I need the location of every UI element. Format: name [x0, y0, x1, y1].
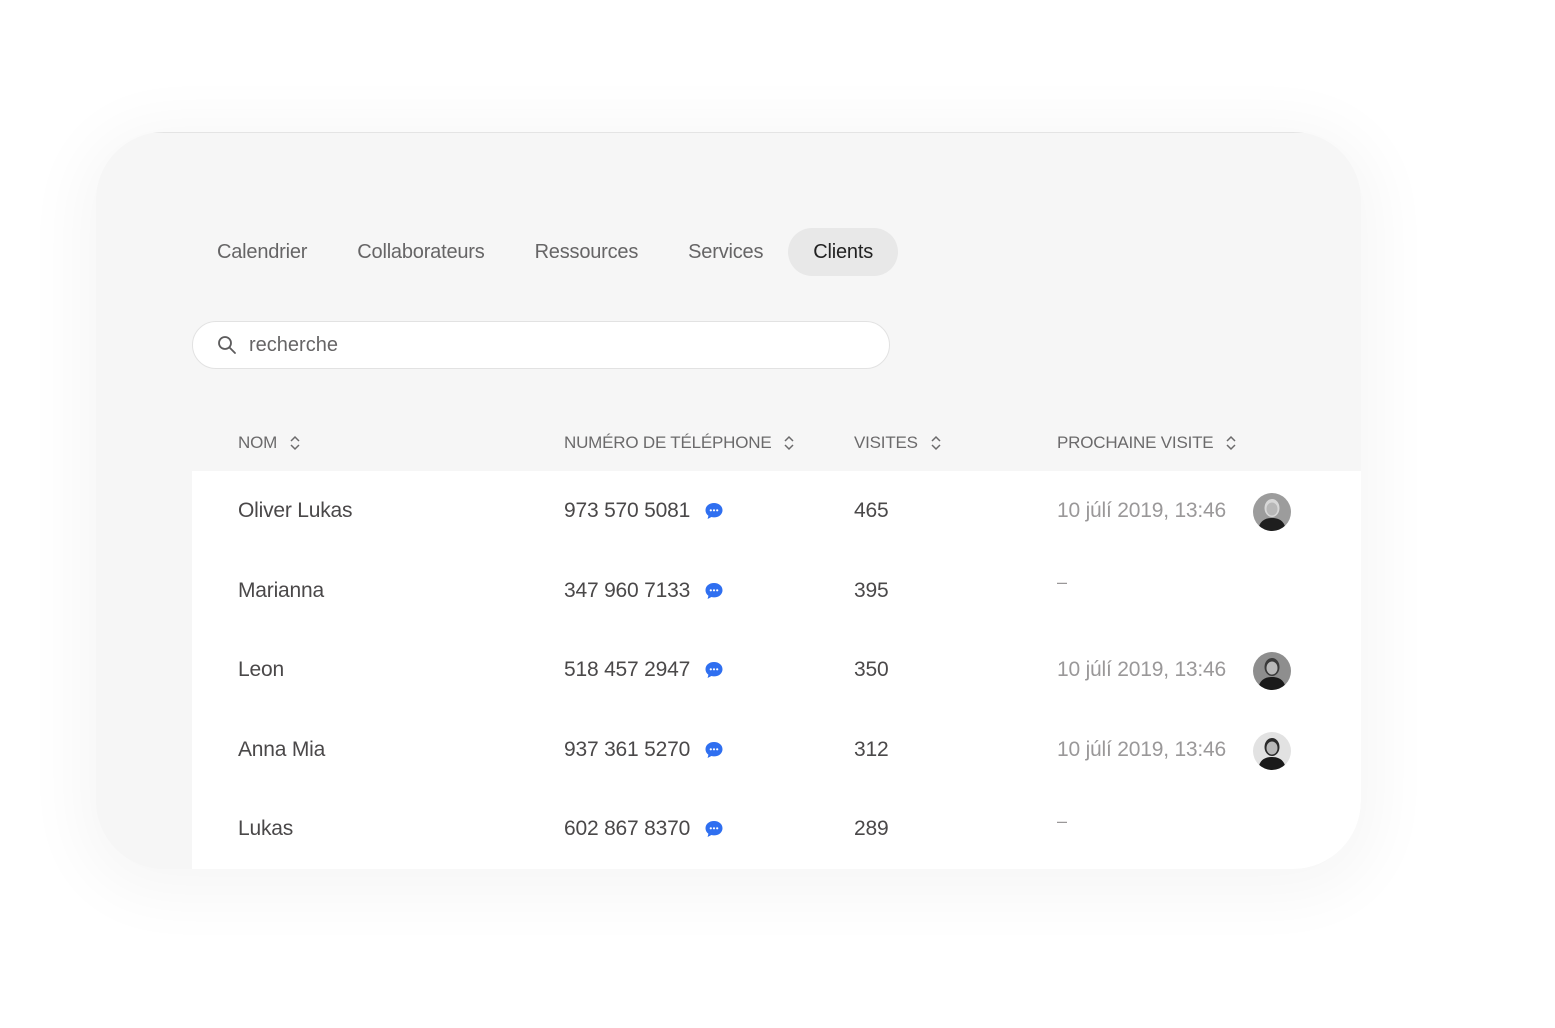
tab-collaborateurs[interactable]: Collaborateurs — [332, 228, 509, 276]
column-header-prochaine-visite[interactable]: PROCHAINE VISITE — [1057, 422, 1237, 464]
column-header-visites[interactable]: VISITES — [854, 422, 942, 464]
chat-bubble-icon[interactable] — [704, 581, 724, 601]
phone-number: 602 867 8370 — [564, 817, 690, 841]
client-name: Oliver Lukas — [238, 471, 352, 551]
sort-icon[interactable] — [930, 434, 942, 452]
table-row[interactable]: Lukas602 867 8370289– — [192, 789, 1361, 869]
chat-bubble-icon[interactable] — [704, 660, 724, 680]
visits-count: 350 — [854, 630, 888, 710]
column-label: VISITES — [854, 433, 918, 453]
table-row[interactable]: Marianna347 960 7133395– — [192, 551, 1361, 631]
tab-ressources[interactable]: Ressources — [510, 228, 664, 276]
nav-tabs: Calendrier Collaborateurs Ressources Ser… — [192, 228, 898, 276]
visits-count: 312 — [854, 710, 888, 790]
column-label: NUMÉRO DE TÉLÉPHONE — [564, 433, 771, 453]
column-header-nom[interactable]: NOM — [238, 422, 301, 464]
search-box[interactable] — [192, 321, 890, 369]
table-row[interactable]: Leon 518 457 2947 350 10 júlí 2019, 13:46 — [192, 630, 1361, 710]
next-visit: – — [1057, 781, 1067, 861]
chat-bubble-icon[interactable] — [704, 819, 724, 839]
phone-cell: 973 570 5081 — [564, 471, 724, 551]
phone-cell: 347 960 7133 — [564, 551, 724, 631]
chat-bubble-icon[interactable] — [704, 740, 724, 760]
chat-bubble-icon[interactable] — [704, 501, 724, 521]
clients-card: Calendrier Collaborateurs Ressources Ser… — [96, 132, 1361, 869]
sort-icon[interactable] — [1225, 434, 1237, 452]
phone-cell: 518 457 2947 — [564, 630, 724, 710]
phone-cell: 937 361 5270 — [564, 710, 724, 790]
search-icon — [217, 335, 237, 355]
phone-number: 973 570 5081 — [564, 499, 690, 523]
phone-cell: 602 867 8370 — [564, 789, 724, 869]
stage: Calendrier Collaborateurs Ressources Ser… — [0, 0, 1555, 1028]
tab-services[interactable]: Services — [663, 228, 788, 276]
visits-count: 465 — [854, 471, 888, 551]
table-row[interactable]: Anna Mia 937 361 5270 312 10 júlí 2019, 13:… — [192, 710, 1361, 790]
search-input[interactable] — [249, 334, 849, 357]
next-visit: 10 júlí 2019, 13:46 — [1057, 630, 1226, 710]
column-label: NOM — [238, 433, 277, 453]
sort-icon[interactable] — [783, 434, 795, 452]
column-label: PROCHAINE VISITE — [1057, 433, 1213, 453]
client-name: Lukas — [238, 789, 293, 869]
person-avatar-icon — [1253, 493, 1291, 531]
card-top-divider — [151, 132, 1306, 133]
client-name: Leon — [238, 630, 284, 710]
collaborator-avatar[interactable] — [1253, 652, 1291, 690]
next-visit: 10 júlí 2019, 13:46 — [1057, 710, 1226, 790]
person-avatar-icon — [1253, 732, 1291, 770]
collaborator-avatar[interactable] — [1253, 732, 1291, 770]
person-avatar-icon — [1253, 652, 1291, 690]
client-name: Anna Mia — [238, 710, 325, 790]
visits-count: 289 — [854, 789, 888, 869]
next-visit: – — [1057, 543, 1067, 623]
sort-icon[interactable] — [289, 434, 301, 452]
table-header: NOM NUMÉRO DE TÉLÉPHONE VISITES PROCHAIN… — [192, 422, 1361, 472]
tab-calendrier[interactable]: Calendrier — [192, 228, 332, 276]
tab-clients[interactable]: Clients — [788, 228, 898, 276]
phone-number: 937 361 5270 — [564, 738, 690, 762]
table-row[interactable]: Oliver Lukas 973 570 5081 465 10 júlí 2019,… — [192, 471, 1361, 551]
next-visit: 10 júlí 2019, 13:46 — [1057, 471, 1226, 551]
collaborator-avatar[interactable] — [1253, 493, 1291, 531]
phone-number: 518 457 2947 — [564, 658, 690, 682]
visits-count: 395 — [854, 551, 888, 631]
phone-number: 347 960 7133 — [564, 579, 690, 603]
column-header-telephone[interactable]: NUMÉRO DE TÉLÉPHONE — [564, 422, 795, 464]
client-name: Marianna — [238, 551, 324, 631]
table-body: Oliver Lukas 973 570 5081 465 10 júlí 2019,… — [192, 471, 1361, 869]
